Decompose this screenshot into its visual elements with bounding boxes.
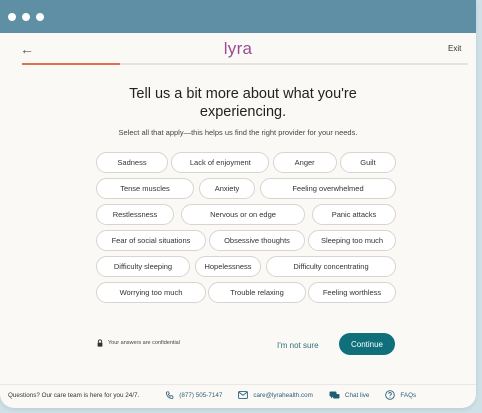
chat-icon: [329, 391, 340, 398]
chip-trouble-relaxing[interactable]: Trouble relaxing: [208, 282, 306, 303]
chip-row: Tense muscles Anxiety Feeling overwhelme…: [96, 178, 396, 199]
help-circle-icon: [385, 390, 396, 400]
footer-care-text: Questions? Our care team is here for you…: [8, 391, 140, 399]
chip-difficulty-sleeping[interactable]: Difficulty sleeping: [96, 256, 190, 277]
chip-row: Sadness Lack of enjoyment Anger Guilt: [96, 152, 396, 173]
chip-guilt[interactable]: Guilt: [339, 152, 396, 173]
chip-feeling-worthless[interactable]: Feeling worthless: [308, 282, 396, 303]
chip-obsessive-thoughts[interactable]: Obsessive thoughts: [209, 230, 305, 251]
footer-email-link[interactable]: care@lyrahealth.com: [238, 391, 313, 399]
footer: Questions? Our care team is here for you…: [8, 390, 468, 400]
chip-panic-attacks[interactable]: Panic attacks: [312, 204, 396, 225]
chip-sleeping-too-much[interactable]: Sleeping too much: [308, 230, 396, 251]
chip-worrying-too-much[interactable]: Worrying too much: [96, 282, 206, 303]
chip-row: Fear of social situations Obsessive thou…: [96, 230, 396, 251]
chip-anger[interactable]: Anger: [272, 152, 337, 173]
lyra-logo: lyra: [223, 39, 253, 58]
chip-difficulty-concentrating[interactable]: Difficulty concentrating: [266, 256, 396, 277]
footer-faqs-text: FAQs: [400, 391, 417, 399]
phone-icon: [166, 390, 174, 399]
chip-tense-muscles[interactable]: Tense muscles: [96, 178, 194, 199]
continue-button[interactable]: Continue: [339, 333, 395, 355]
footer-chat-text: Chat live: [344, 391, 370, 399]
page-title: Tell us a bit more about what you're exp…: [129, 86, 357, 120]
progress-fill: [22, 63, 121, 65]
chip-row: Difficulty sleeping Hopelessness Difficu…: [96, 256, 396, 277]
confidential-note: Your answers are confidential: [96, 339, 180, 347]
lock-icon: [97, 339, 103, 347]
window-dot-maximize[interactable]: [36, 13, 44, 21]
window-titlebar: [0, 0, 476, 33]
confidential-text: Your answers are confidential: [108, 340, 180, 346]
not-sure-button[interactable]: I'm not sure: [277, 341, 319, 350]
chip-restlessness[interactable]: Restlessness: [96, 204, 174, 225]
app-window: ← lyra Exit Tell us a bit more about wha…: [0, 0, 476, 408]
footer-phone-link[interactable]: (877) 505-7147: [165, 390, 223, 400]
chip-nervous-or-on-edge[interactable]: Nervous or on edge: [181, 204, 305, 225]
symptom-chip-group: Sadness Lack of enjoyment Anger Guilt Te…: [96, 152, 396, 308]
footer-divider: [0, 384, 476, 385]
window-dot-close[interactable]: [8, 13, 16, 21]
chip-lack-of-enjoyment[interactable]: Lack of enjoyment: [171, 152, 270, 173]
footer-faqs-link[interactable]: FAQs: [385, 390, 416, 400]
footer-chat-link[interactable]: Chat live: [329, 391, 370, 400]
chip-anxiety[interactable]: Anxiety: [199, 178, 255, 199]
exit-button[interactable]: Exit: [448, 44, 461, 53]
chip-hopelessness[interactable]: Hopelessness: [195, 256, 261, 277]
page-subtitle: Select all that apply—this helps us find…: [118, 128, 358, 137]
window-dot-minimize[interactable]: [22, 13, 30, 21]
progress-bar: [22, 63, 468, 65]
chip-fear-of-social-situations[interactable]: Fear of social situations: [96, 230, 206, 251]
chip-row: Restlessness Nervous or on edge Panic at…: [96, 204, 396, 225]
footer-phone-text: (877) 505-7147: [179, 391, 223, 399]
chip-feeling-overwhelmed[interactable]: Feeling overwhelmed: [260, 178, 396, 199]
chip-sadness[interactable]: Sadness: [96, 152, 168, 173]
footer-email-text: care@lyrahealth.com: [253, 391, 313, 399]
chip-row: Worrying too much Trouble relaxing Feeli…: [96, 282, 396, 303]
mail-icon: [238, 391, 249, 399]
